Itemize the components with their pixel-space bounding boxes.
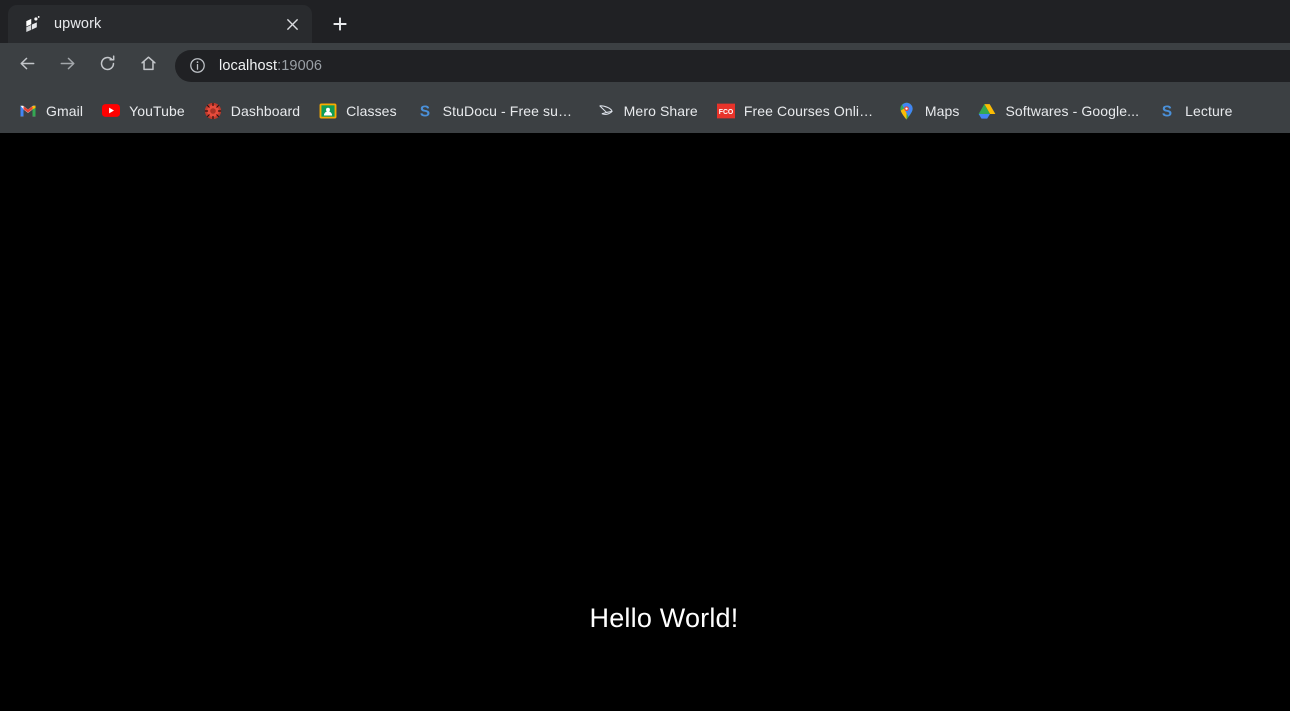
bookmark-label: Free Courses Onlin... bbox=[744, 103, 879, 119]
bookmark-label: Classes bbox=[346, 103, 397, 119]
bookmark-mero-share[interactable]: Mero Share bbox=[590, 97, 705, 125]
back-button[interactable] bbox=[10, 49, 44, 83]
expo-logo-icon bbox=[22, 14, 42, 34]
forward-button[interactable] bbox=[50, 49, 84, 83]
bookmark-label: Gmail bbox=[46, 103, 83, 119]
bookmark-free-courses-online[interactable]: FCO Free Courses Onlin... bbox=[710, 97, 886, 125]
svg-text:S: S bbox=[420, 103, 430, 120]
address-bar-host: localhost bbox=[219, 58, 277, 74]
studocu-icon: S bbox=[416, 102, 434, 120]
google-drive-icon bbox=[978, 102, 996, 120]
bookmark-label: YouTube bbox=[129, 103, 185, 119]
home-icon bbox=[139, 54, 158, 78]
tab-strip: upwork bbox=[0, 0, 1290, 43]
bookmark-maps[interactable]: Maps bbox=[891, 97, 967, 125]
page-content: Hello World! bbox=[0, 603, 1290, 634]
hello-world-heading: Hello World! bbox=[590, 603, 739, 633]
close-icon[interactable] bbox=[278, 10, 306, 38]
bookmark-classes[interactable]: Classes bbox=[312, 97, 404, 125]
page-viewport: Hello World! bbox=[0, 133, 1290, 711]
forward-arrow-icon bbox=[58, 54, 77, 78]
browser-tab-upwork[interactable]: upwork bbox=[8, 5, 312, 43]
gmail-icon bbox=[19, 102, 37, 120]
bookmark-label: Lecture bbox=[1185, 103, 1232, 119]
bookmark-dashboard[interactable]: Dashboard bbox=[197, 97, 307, 125]
address-bar-text: localhost:19006 bbox=[219, 58, 322, 74]
youtube-icon bbox=[102, 102, 120, 120]
studocu-icon: S bbox=[1158, 102, 1176, 120]
google-maps-pin-icon bbox=[898, 102, 916, 120]
svg-text:S: S bbox=[1162, 103, 1172, 120]
bookmarks-bar: Gmail YouTube Dashboard bbox=[0, 88, 1290, 133]
back-arrow-icon bbox=[18, 54, 37, 78]
tab-title: upwork bbox=[54, 16, 278, 32]
bookmark-softwares-google-drive[interactable]: Softwares - Google... bbox=[971, 97, 1146, 125]
new-tab-button[interactable] bbox=[322, 6, 358, 42]
svg-text:FCO: FCO bbox=[719, 108, 734, 115]
bookmark-label: Softwares - Google... bbox=[1005, 103, 1139, 119]
address-bar-port: :19006 bbox=[277, 58, 322, 74]
dashboard-icon bbox=[204, 102, 222, 120]
bookmark-label: Mero Share bbox=[624, 103, 698, 119]
reload-icon bbox=[98, 54, 117, 78]
reload-button[interactable] bbox=[90, 49, 124, 83]
bookmark-lecture[interactable]: S Lecture bbox=[1151, 97, 1239, 125]
meroshare-icon bbox=[597, 102, 615, 120]
home-button[interactable] bbox=[131, 49, 165, 83]
bookmark-youtube[interactable]: YouTube bbox=[95, 97, 192, 125]
browser-toolbar: localhost:19006 bbox=[0, 43, 1290, 88]
bookmark-label: Dashboard bbox=[231, 103, 300, 119]
bookmark-label: StuDocu - Free sum... bbox=[443, 103, 578, 119]
bookmark-label: Maps bbox=[925, 103, 960, 119]
classroom-icon bbox=[319, 102, 337, 120]
bookmark-gmail[interactable]: Gmail bbox=[12, 97, 90, 125]
address-bar[interactable]: localhost:19006 bbox=[175, 50, 1290, 82]
bookmark-studocu[interactable]: S StuDocu - Free sum... bbox=[409, 97, 585, 125]
site-info-icon[interactable] bbox=[187, 56, 207, 76]
fco-icon: FCO bbox=[717, 102, 735, 120]
